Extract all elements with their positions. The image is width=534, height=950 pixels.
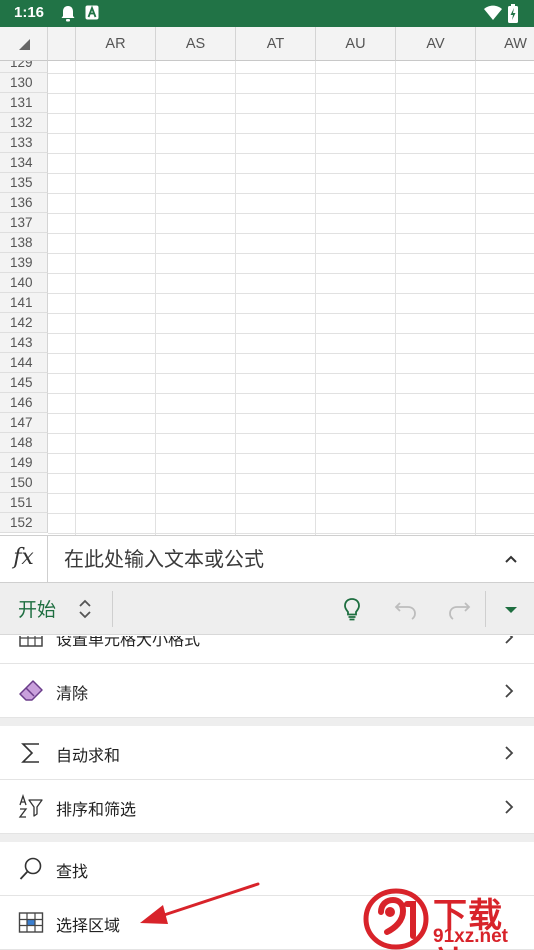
hidden-column-header[interactable] [48,27,76,61]
row-header[interactable]: 132 [0,113,48,133]
row-header[interactable]: 133 [0,133,48,153]
fx-icon[interactable]: fx [0,536,48,582]
chevron-right-icon [505,746,514,760]
row-header[interactable]: 147 [0,413,48,433]
menu-item-label: 选择区域 [56,916,121,935]
notification-bell-icon [61,6,75,22]
menu-item-clear[interactable]: 清除 [0,664,534,718]
row-header[interactable]: 136 [0,193,48,213]
tab-switch-chevrons-icon[interactable] [74,596,96,622]
cell-area[interactable] [48,61,534,535]
menu-item-sort-filter[interactable]: 排序和筛选 [0,780,534,834]
menu-item-autosum[interactable]: 自动求和 [0,726,534,780]
lightbulb-icon[interactable] [338,595,366,623]
eraser-icon [19,680,43,701]
menu-item-label: 设置单元格大小格式 [56,636,201,649]
ribbon-divider [485,591,486,627]
spreadsheet-grid[interactable]: AR AS AT AU AV AW 129 130 131 132 133 134 135 136 137… [0,27,534,535]
row-header[interactable]: 137 [0,213,48,233]
row-header[interactable]: 145 [0,373,48,393]
search-icon [19,857,42,880]
row-header[interactable]: 151 [0,493,48,513]
chevron-up-icon[interactable] [500,548,522,570]
status-bar: 1:16 [0,0,534,27]
menu-item-label: 清除 [56,684,89,703]
column-header[interactable]: AW [476,27,534,61]
watermark-url: 91xz.net [433,926,508,947]
row-header[interactable]: 135 [0,173,48,193]
select-range-icon [18,912,44,933]
redo-icon[interactable] [445,595,473,623]
formula-bar: fx [0,535,534,583]
row-header[interactable]: 150 [0,473,48,493]
ribbon-tab-name[interactable]: 开始 [18,595,56,622]
menu-item-label: 自动求和 [56,746,121,765]
chevron-right-icon [505,684,514,698]
row-header[interactable]: 139 [0,253,48,273]
row-header[interactable]: 141 [0,293,48,313]
row-header[interactable]: 134 [0,153,48,173]
row-header[interactable]: 146 [0,393,48,413]
formula-input[interactable] [64,543,484,575]
column-header[interactable]: AU [316,27,396,61]
status-time: 1:16 [14,4,45,21]
row-header[interactable]: 130 [0,73,48,93]
caret-down-icon[interactable] [497,595,525,623]
table-format-icon [19,636,43,647]
ribbon-toolbar: 开始 [0,583,534,635]
chevron-right-icon [505,800,514,814]
row-header[interactable]: 143 [0,333,48,353]
site-logo-icon [363,888,429,950]
row-header[interactable]: 144 [0,353,48,373]
row-header[interactable]: 149 [0,453,48,473]
watermark: 下载站 91xz.net [363,888,534,950]
wifi-icon [484,5,502,20]
select-all-corner[interactable] [0,27,48,61]
menu-item-label: 排序和筛选 [56,800,137,819]
row-header[interactable]: 142 [0,313,48,333]
select-all-triangle-icon [19,39,30,50]
sort-filter-icon [18,794,43,818]
ribbon-divider [112,591,113,627]
column-header[interactable]: AR [76,27,156,61]
row-header[interactable]: 131 [0,93,48,113]
undo-icon[interactable] [392,595,420,623]
row-header[interactable]: 148 [0,433,48,453]
row-header[interactable]: 140 [0,273,48,293]
battery-charging-icon [508,4,518,23]
menu-separator [0,834,534,842]
column-header[interactable]: AV [396,27,476,61]
column-header[interactable]: AT [236,27,316,61]
row-header[interactable]: 152 [0,513,48,533]
app-notification-icon [85,5,99,20]
sigma-icon [21,743,39,763]
column-header[interactable]: AS [156,27,236,61]
menu-item-label: 查找 [56,862,89,881]
chevron-right-icon [505,636,514,644]
menu-item-format-cells[interactable]: 设置单元格大小格式 [0,636,534,664]
menu-separator [0,718,534,726]
row-header[interactable]: 138 [0,233,48,253]
